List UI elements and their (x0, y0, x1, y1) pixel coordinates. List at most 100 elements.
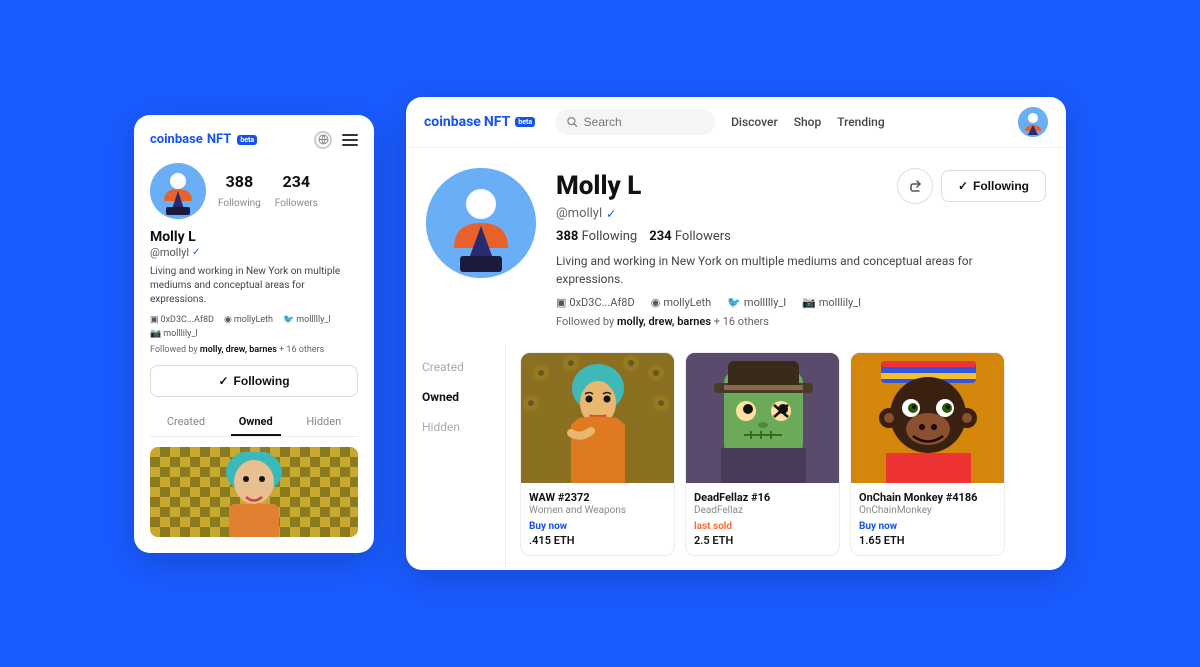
following-label: Following (218, 198, 261, 209)
nft-card-2[interactable]: OnChain Monkey #4186 OnChainMonkey Buy n… (850, 352, 1005, 556)
mobile-following-button[interactable]: ✓ Following (150, 365, 358, 397)
nft-title-1: DeadFellaz #16 (694, 491, 831, 504)
desktop-profile-card: coinbase NFT beta Discover Shop Trending (406, 97, 1066, 570)
desktop-action-buttons: ✓ Following (897, 168, 1046, 204)
search-bar[interactable] (555, 109, 715, 135)
nft-image-0 (521, 353, 674, 483)
share-icon (908, 179, 922, 193)
desktop-topbar: coinbase NFT beta Discover Shop Trending (406, 97, 1066, 148)
instagram-link[interactable]: 📷 molllily_l (150, 329, 198, 339)
desktop-links: ▣ 0xD3C...Af8D ◉ mollyLeth 🐦 mollllly_l … (556, 296, 1046, 309)
desktop-instagram-link[interactable]: 📷 molllily_l (802, 296, 861, 309)
desktop-name-row: Molly L ✓ Following (556, 168, 1046, 204)
desktop-brand-name: coinbase (424, 114, 481, 130)
tab-hidden-mobile[interactable]: Hidden (298, 409, 349, 436)
mobile-user-name: Molly L (150, 229, 358, 245)
desktop-check-icon: ✓ (958, 179, 968, 193)
desktop-nav-links: Discover Shop Trending (731, 115, 885, 129)
desktop-user-bio: Living and working in New York on multip… (556, 252, 1036, 288)
twitter-icon: 🐦 (283, 315, 294, 325)
instagram-icon: 📷 (150, 329, 161, 339)
nav-discover[interactable]: Discover (731, 115, 778, 129)
nft-background-pattern (150, 447, 358, 537)
nav-shop[interactable]: Shop (794, 115, 822, 129)
check-icon: ✓ (218, 374, 228, 388)
beta-badge: beta (237, 135, 257, 145)
desktop-stats-row: 388 Following 234 Followers (556, 229, 1046, 244)
nft-info-2: OnChain Monkey #4186 OnChainMonkey Buy n… (851, 483, 1004, 555)
desktop-wallet-link: ▣ 0xD3C...Af8D (556, 296, 635, 309)
desktop-tab-created[interactable]: Created (418, 352, 493, 382)
nft-card-0[interactable]: WAW #2372 Women and Weapons Buy now .415… (520, 352, 675, 556)
nft-card-1[interactable]: DeadFellaz #16 DeadFellaz last sold 2.5 … (685, 352, 840, 556)
desktop-followed-by: Followed by molly, drew, barnes + 16 oth… (556, 315, 1046, 328)
mobile-header-icons (314, 131, 358, 149)
mobile-nft-preview (150, 447, 358, 537)
desktop-sidebar-tabs: Created Owned Hidden (406, 344, 506, 570)
desktop-avatar-large (426, 168, 536, 278)
nft-price-1: 2.5 ETH (694, 534, 831, 547)
mobile-tabs: Created Owned Hidden (150, 409, 358, 437)
nft-collection-1: DeadFellaz (694, 505, 831, 516)
globe-icon[interactable] (314, 131, 332, 149)
nft-collection-0: Women and Weapons (529, 505, 666, 516)
wallet-link: ▣ 0xD3C...Af8D (150, 315, 214, 325)
brand-name: coinbase (150, 132, 203, 147)
nft-image-1 (686, 353, 839, 483)
mobile-logo: coinbase NFT beta (150, 132, 257, 147)
desktop-profile-area: Molly L ✓ Following @ (406, 148, 1066, 328)
nft-price-0: .415 ETH (529, 534, 666, 547)
nft-action-0[interactable]: Buy now (529, 521, 666, 532)
desktop-instagram-icon: 📷 (802, 296, 816, 309)
following-count: 388 (218, 172, 261, 191)
mobile-user-bio: Living and working in New York on multip… (150, 265, 358, 307)
mobile-profile-card: coinbase NFT beta (134, 115, 374, 553)
desktop-brand-nft: NFT (484, 114, 510, 130)
desktop-ens-icon: ◉ (651, 296, 661, 309)
ens-link: ◉ mollyLeth (224, 315, 273, 325)
desktop-body: Created Owned Hidden (406, 344, 1066, 570)
mobile-links: ▣ 0xD3C...Af8D ◉ mollyLeth 🐦 mollllly_l … (150, 315, 358, 339)
desktop-twitter-icon: 🐦 (727, 296, 741, 309)
nft-image-2 (851, 353, 1004, 483)
desktop-wallet-icon: ▣ (556, 296, 566, 309)
nft-info-0: WAW #2372 Women and Weapons Buy now .415… (521, 483, 674, 555)
tab-owned-mobile[interactable]: Owned (231, 409, 281, 436)
nft-price-2: 1.65 ETH (859, 534, 996, 547)
mobile-user-handle: @mollyl ✓ (150, 246, 358, 259)
nft-info-1: DeadFellaz #16 DeadFellaz last sold 2.5 … (686, 483, 839, 555)
desktop-tab-hidden[interactable]: Hidden (418, 412, 493, 442)
nft-action-1[interactable]: last sold (694, 521, 831, 532)
search-input[interactable] (584, 115, 703, 129)
mobile-followed-by: Followed by molly, drew, barnes + 16 oth… (150, 345, 358, 355)
desktop-following-stat: 388 Following (556, 229, 637, 244)
brand-nft: NFT (207, 132, 232, 147)
desktop-user-avatar-top[interactable] (1018, 107, 1048, 137)
tab-created-mobile[interactable]: Created (159, 409, 213, 436)
desktop-following-button[interactable]: ✓ Following (941, 170, 1046, 202)
ens-icon: ◉ (224, 315, 232, 325)
desktop-profile-info: Molly L ✓ Following @ (556, 168, 1046, 328)
desktop-user-handle: @mollyl ✓ (556, 206, 1046, 221)
mobile-stats: 388 Following 234 Followers (218, 172, 318, 210)
twitter-link[interactable]: 🐦 mollllly_l (283, 315, 331, 325)
mobile-profile-section: 388 Following 234 Followers (150, 163, 358, 219)
mobile-header: coinbase NFT beta (150, 131, 358, 149)
desktop-verified-badge-icon: ✓ (606, 207, 616, 221)
hamburger-menu-icon[interactable] (342, 134, 358, 146)
followers-label: Followers (275, 198, 318, 209)
verified-badge-icon: ✓ (192, 247, 200, 258)
following-stat: 388 Following (218, 172, 261, 210)
desktop-followers-stat: 234 Followers (649, 229, 731, 244)
nft-action-2[interactable]: Buy now (859, 521, 996, 532)
nft-collection-2: OnChainMonkey (859, 505, 996, 516)
followers-stat: 234 Followers (275, 172, 318, 210)
nav-trending[interactable]: Trending (837, 115, 884, 129)
share-button[interactable] (897, 168, 933, 204)
search-icon (567, 116, 578, 128)
nft-grid: WAW #2372 Women and Weapons Buy now .415… (506, 344, 1066, 570)
desktop-twitter-link[interactable]: 🐦 mollllly_l (727, 296, 786, 309)
desktop-ens-link: ◉ mollyLeth (651, 296, 712, 309)
mobile-avatar (150, 163, 206, 219)
desktop-tab-owned[interactable]: Owned (418, 382, 493, 412)
